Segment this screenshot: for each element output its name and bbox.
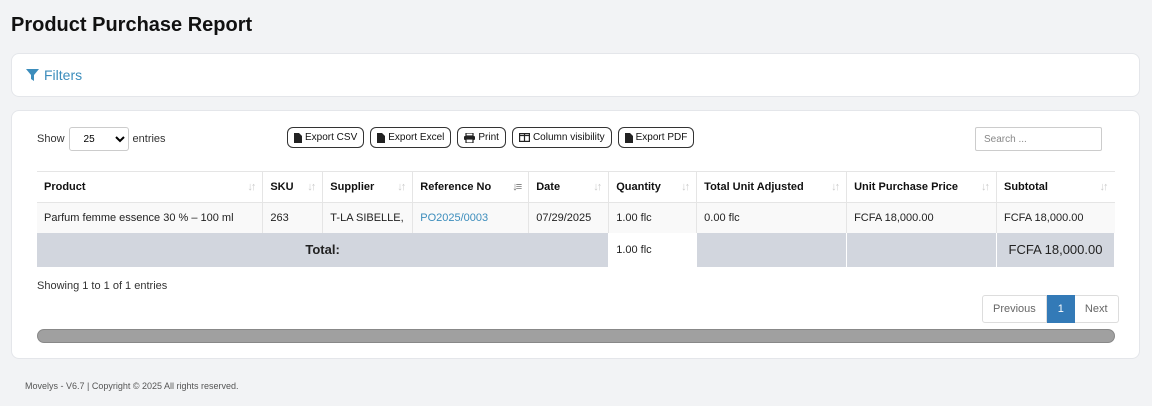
report-panel: Show 25 entries Export CSV Export Excel … xyxy=(11,110,1140,359)
print-button[interactable]: Print xyxy=(457,127,506,148)
entries-label: entries xyxy=(132,133,166,145)
search-input[interactable] xyxy=(975,127,1102,151)
export-excel-label: Export Excel xyxy=(388,132,445,143)
horizontal-scrollbar[interactable] xyxy=(37,329,1115,343)
filters-toggle[interactable]: Filters xyxy=(26,67,82,83)
table-info: Showing 1 to 1 of 1 entries xyxy=(37,280,168,292)
cell-sku: 263 xyxy=(262,202,324,233)
column-header-date[interactable]: Date ↓↑ xyxy=(528,171,610,203)
export-csv-button[interactable]: Export CSV xyxy=(287,127,365,148)
cell-unit-price: FCFA 18,000.00 xyxy=(846,202,997,233)
column-header-product[interactable]: Product ↓↑ xyxy=(37,171,264,203)
page-1-button[interactable]: 1 xyxy=(1046,295,1075,323)
column-header-total-unit-adjusted[interactable]: Total Unit Adjusted ↓↑ xyxy=(696,171,848,203)
table-header-row: Product ↓↑ SKU ↓↑ Supplier ↓↑ Reference No ↓… xyxy=(37,171,1115,203)
cell-reference: PO2025/0003 xyxy=(412,202,530,233)
printer-icon xyxy=(464,132,476,143)
sort-icon: ↓↑ xyxy=(593,181,602,193)
file-icon xyxy=(294,132,302,143)
export-excel-button[interactable]: Export Excel xyxy=(370,127,452,148)
sort-icon: ↓↑ xyxy=(307,181,316,193)
cell-supplier: T-LA SIBELLE, xyxy=(322,202,414,233)
column-visibility-button[interactable]: Column visibility xyxy=(511,127,612,148)
print-label: Print xyxy=(478,132,499,143)
cell-quantity: 1.00 flc xyxy=(608,202,698,233)
footer-copyright: Movelys - V6.7 | Copyright © 2025 All ri… xyxy=(25,381,239,391)
export-pdf-label: Export PDF xyxy=(635,132,688,143)
total-label: Total: xyxy=(37,232,610,267)
previous-page-button[interactable]: Previous xyxy=(982,295,1047,323)
sort-desc-icon: ↓≡ xyxy=(512,181,522,193)
sort-icon: ↓↑ xyxy=(1099,181,1109,193)
file-excel-icon xyxy=(377,132,386,143)
filter-icon xyxy=(26,68,39,81)
filters-label: Filters xyxy=(44,67,83,83)
table-row: Parfum femme essence 30 % – 100 ml 263 T… xyxy=(37,202,1115,233)
cell-product: Parfum femme essence 30 % – 100 ml xyxy=(37,202,264,233)
column-header-subtotal[interactable]: Subtotal ↓↑ xyxy=(996,171,1115,203)
sort-icon: ↓↑ xyxy=(247,181,256,193)
show-label: Show xyxy=(37,133,65,145)
total-quantity: 1.00 flc xyxy=(608,232,698,267)
total-adjusted xyxy=(696,232,848,267)
export-pdf-button[interactable]: Export PDF xyxy=(617,127,695,148)
cell-date: 07/29/2025 xyxy=(528,202,610,233)
filters-panel: Filters xyxy=(11,53,1140,97)
column-header-sku[interactable]: SKU ↓↑ xyxy=(262,171,324,203)
sort-icon: ↓↑ xyxy=(681,181,690,193)
pagination: Previous 1 Next xyxy=(982,295,1119,323)
cell-adjusted: 0.00 flc xyxy=(696,202,848,233)
total-subtotal: FCFA 18,000.00 xyxy=(996,232,1116,267)
column-header-unit-purchase-price[interactable]: Unit Purchase Price ↓↑ xyxy=(846,171,997,203)
export-csv-label: Export CSV xyxy=(305,132,358,143)
total-price xyxy=(846,232,997,267)
reference-link[interactable]: PO2025/0003 xyxy=(420,212,488,224)
page-title: Product Purchase Report xyxy=(11,14,253,36)
sort-icon: ↓↑ xyxy=(980,181,990,193)
next-page-button[interactable]: Next xyxy=(1074,295,1119,323)
total-row: Total: 1.00 flc FCFA 18,000.00 xyxy=(37,232,1116,267)
column-visibility-label: Column visibility xyxy=(532,132,605,143)
entries-length: Show 25 entries xyxy=(37,127,166,151)
sort-icon: ↓↑ xyxy=(397,181,406,193)
columns-icon xyxy=(518,133,530,142)
export-buttons: Export CSV Export Excel Print Column vis… xyxy=(287,127,700,148)
column-header-reference[interactable]: Reference No ↓≡ xyxy=(412,171,530,203)
file-pdf-icon xyxy=(624,132,633,143)
entries-select[interactable]: 25 xyxy=(68,127,129,151)
sort-icon: ↓↑ xyxy=(831,181,840,193)
cell-subtotal: FCFA 18,000.00 xyxy=(996,202,1115,233)
column-header-supplier[interactable]: Supplier ↓↑ xyxy=(322,171,414,203)
purchase-table: Product ↓↑ SKU ↓↑ Supplier ↓↑ Reference No ↓… xyxy=(37,171,1116,267)
column-header-quantity[interactable]: Quantity ↓↑ xyxy=(608,171,698,203)
